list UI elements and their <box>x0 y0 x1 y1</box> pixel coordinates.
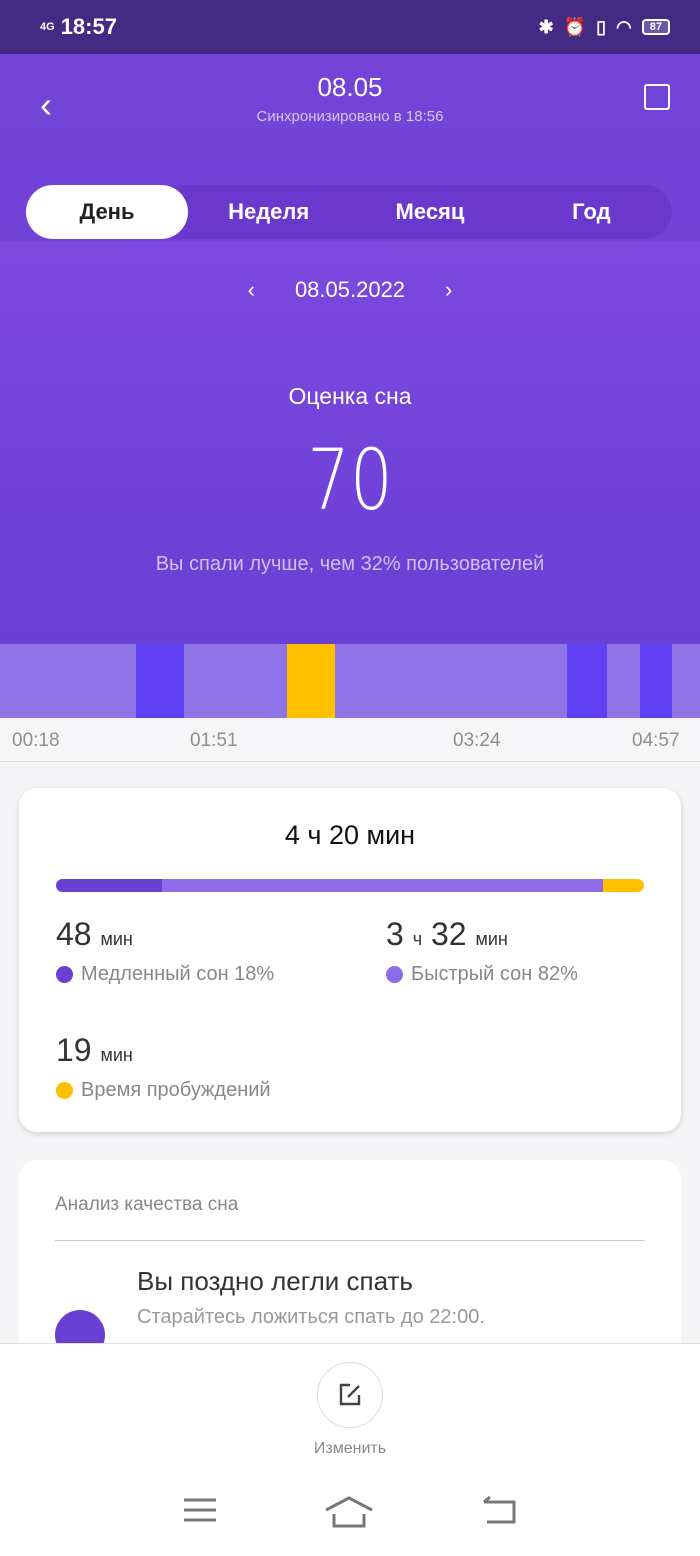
header: ‹ 08.05 Синхронизировано в 18:56 День Не… <box>0 54 700 644</box>
timeline-segment-light <box>606 644 640 718</box>
tick-label: 01:51 <box>190 730 238 751</box>
timeline-segment-deep <box>639 644 672 718</box>
menu-icon[interactable] <box>183 1496 217 1524</box>
awake-stat: 19 мин Время пробуждений <box>56 1032 271 1102</box>
awake-value: 19 <box>56 1032 92 1068</box>
tab-week[interactable]: Неделя <box>188 185 349 239</box>
analysis-title[interactable]: Вы поздно легли спать <box>137 1266 413 1297</box>
analysis-card: Анализ качества сна Вы поздно легли спат… <box>19 1160 681 1360</box>
clock: 18:57 <box>60 14 117 39</box>
score-comparison: Вы спали лучше, чем 32% пользователей <box>155 553 545 575</box>
tab-month[interactable]: Месяц <box>349 185 510 239</box>
timeline-segment-light <box>671 644 700 718</box>
sync-status: Синхронизировано в 18:56 <box>256 108 444 125</box>
score-label: Оценка сна <box>288 383 412 409</box>
timeline-segment-deep <box>135 644 185 718</box>
battery-icon: 87 <box>641 19 670 35</box>
back-nav-icon[interactable] <box>481 1496 517 1526</box>
deep-sleep-stat: 48 мин Медленный сон 18% <box>56 916 274 986</box>
prev-date-button[interactable]: ‹ <box>248 277 255 303</box>
light-label: Быстрый сон 82% <box>411 963 578 985</box>
share-icon[interactable] <box>644 84 670 110</box>
tab-year[interactable]: Год <box>511 185 672 239</box>
light-hours: 3 <box>386 916 404 952</box>
analysis-heading: Анализ качества сна <box>55 1194 239 1215</box>
unit: мин <box>100 1045 133 1065</box>
timeline-segment-deep <box>566 644 607 718</box>
tab-day[interactable]: День <box>26 185 188 239</box>
tick-label: 04:57 <box>632 730 680 751</box>
tick-label: 00:18 <box>12 730 60 751</box>
score-value: 70 <box>307 431 393 529</box>
timeline-segment-light <box>184 644 287 718</box>
next-date-button[interactable]: › <box>445 277 452 303</box>
timeline-segment-light <box>0 644 136 718</box>
page-title: 08.05 <box>317 72 383 102</box>
unit: мин <box>475 929 508 949</box>
light-sleep-stat: 3 ч 32 мин Быстрый сон 82% <box>386 916 578 986</box>
bottom-bar: Изменить <box>0 1343 700 1556</box>
analysis-description: Старайтесь ложиться спать до 22:00. <box>137 1306 485 1328</box>
unit: мин <box>100 929 133 949</box>
deep-dot <box>56 966 73 983</box>
home-icon[interactable] <box>324 1496 374 1528</box>
light-dot <box>386 966 403 983</box>
system-nav <box>0 1496 700 1528</box>
divider <box>55 1240 645 1241</box>
sleep-ratio-bar <box>56 879 644 892</box>
bar-segment-awake <box>602 879 644 892</box>
deep-label: Медленный сон 18% <box>81 963 275 985</box>
awake-dot <box>56 1082 73 1099</box>
timeline-axis: 00:18 01:51 03:24 04:57 <box>0 718 700 762</box>
wifi-icon: ◠ <box>616 16 632 37</box>
bar-segment-deep <box>56 879 162 892</box>
sleep-summary-card: 4 ч 20 мин 48 мин Медленный сон 18% 3 ч … <box>19 788 681 1132</box>
unit: ч <box>412 929 423 949</box>
tick-label: 03:24 <box>453 730 501 751</box>
sleep-timeline <box>0 644 700 718</box>
edit-button[interactable] <box>317 1362 383 1428</box>
awake-label: Время пробуждений <box>81 1079 271 1101</box>
light-value: 32 <box>430 916 467 952</box>
period-tabs: День Неделя Месяц Год <box>26 185 672 239</box>
deep-value: 48 <box>56 916 92 952</box>
edit-icon <box>339 1383 361 1406</box>
timeline-segment-light <box>335 644 567 718</box>
alarm-icon: ⏰ <box>563 16 587 37</box>
status-bar: 4G 18:57 ✱ ⏰ ▯ ◠ 87 <box>0 0 700 54</box>
bluetooth-icon: ✱ <box>538 16 554 37</box>
current-date: 08.05.2022 <box>294 277 406 302</box>
timeline-segment-awake <box>286 644 336 718</box>
signal-icon: 4G <box>40 20 55 33</box>
bar-segment-light <box>161 879 603 892</box>
vibrate-icon: ▯ <box>596 16 607 37</box>
date-nav: ‹ 08.05.2022 › <box>0 277 700 303</box>
edit-label: Изменить <box>313 1440 387 1457</box>
total-sleep: 4 ч 20 мин <box>284 820 416 850</box>
